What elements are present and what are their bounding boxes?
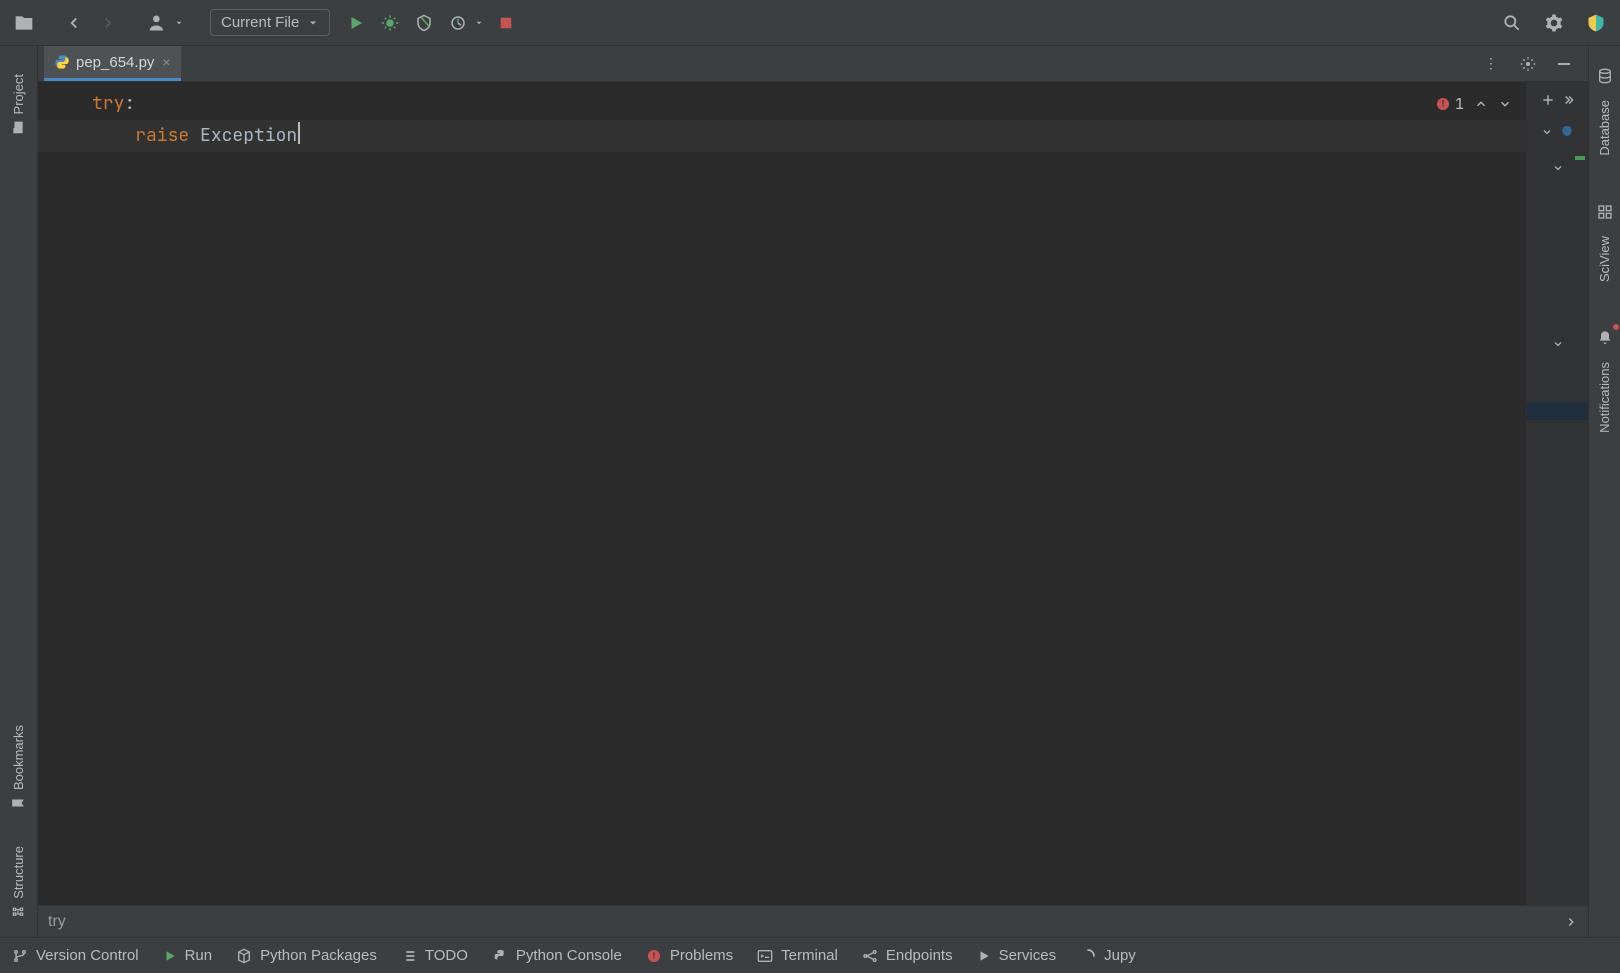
vcs-tool-tab[interactable]: Version Control [12,947,139,964]
terminal-icon [757,948,773,964]
python-file-icon [54,54,70,70]
run-label: Run [185,947,213,964]
bookmarks-tool-tab[interactable]: Bookmarks [11,725,26,810]
editor-tabs: pep_654.py × ⋮ [38,46,1588,82]
bookmarks-tool-label: Bookmarks [11,725,26,790]
chevron-right-icon[interactable] [1564,915,1578,929]
database-tool-label: Database [1597,100,1612,156]
add-user-chevron-down-icon[interactable] [172,9,186,37]
add-datasource-icon[interactable] [1541,93,1555,107]
right-tool-gutter: Database SciView Notifications [1588,46,1620,937]
sciview-tool-tab[interactable]: SciView [1597,236,1612,282]
branch-icon [12,948,28,964]
add-user-icon[interactable] [144,9,172,37]
vcs-label: Version Control [36,947,139,964]
marker-ok [1575,156,1585,160]
file-tab[interactable]: pep_654.py × [44,46,181,81]
avatar-shield-icon[interactable] [1582,9,1610,37]
code-text: : [124,92,135,115]
code-editor[interactable]: ! 1 try: raise Exception [38,82,1526,905]
settings-gear-icon[interactable] [1540,9,1568,37]
structure-tool-label: Structure [11,846,26,899]
notifications-icon[interactable] [1591,324,1619,352]
warning-icon: ! [646,948,662,964]
chevron-down-icon[interactable] [1552,162,1564,174]
problems-label: Problems [670,947,733,964]
database-tool-tab[interactable]: Database [1597,100,1612,156]
structure-tool-tab[interactable]: Structure [11,846,26,919]
chevron-down-icon [307,17,319,29]
sciview-tool-label: SciView [1597,236,1612,282]
debug-icon[interactable] [376,9,404,37]
packages-tool-tab[interactable]: Python Packages [236,947,377,964]
play-icon [163,949,177,963]
chevron-down-icon[interactable] [1552,338,1564,350]
todo-tool-tab[interactable]: TODO [401,947,468,964]
tab-settings-gear-icon[interactable] [1514,50,1542,78]
endpoints-label: Endpoints [886,947,953,964]
search-icon[interactable] [1498,9,1526,37]
endpoints-tool-tab[interactable]: Endpoints [862,947,953,964]
hide-tool-icon[interactable] [1550,50,1578,78]
packages-label: Python Packages [260,947,377,964]
breadcrumb-path[interactable]: try [48,913,66,931]
packages-icon [236,948,252,964]
profile-chevron-down-icon[interactable] [472,9,486,37]
open-folder-icon[interactable] [10,9,38,37]
console-tool-tab[interactable]: Python Console [492,947,622,964]
left-tool-gutter: Project Bookmarks Structure [0,46,38,937]
sciview-icon[interactable] [1591,198,1619,226]
code-keyword: raise [135,124,189,147]
stop-icon[interactable] [492,9,520,37]
project-tool-tab[interactable]: Project [11,74,26,134]
loading-icon [1080,948,1096,964]
jupyter-label: Jupy [1104,947,1136,964]
console-label: Python Console [516,947,622,964]
nav-back-icon[interactable] [60,9,88,37]
expand-toolbar-icon[interactable] [1561,93,1575,107]
run-config-label: Current File [221,14,299,31]
list-icon [401,948,417,964]
run-tool-tab[interactable]: Run [163,947,213,964]
project-tool-label: Project [11,74,26,114]
database-icon[interactable] [1591,62,1619,90]
chevron-down-icon[interactable] [1541,126,1553,138]
problems-tool-tab[interactable]: ! Problems [646,947,733,964]
services-label: Services [999,947,1057,964]
notifications-tool-tab[interactable]: Notifications [1597,362,1612,433]
postgres-icon[interactable] [1559,124,1575,140]
profile-icon[interactable] [444,9,472,37]
notifications-tool-label: Notifications [1597,362,1612,433]
todo-label: TODO [425,947,468,964]
coverage-icon[interactable] [410,9,438,37]
nav-forward-icon[interactable] [94,9,122,37]
python-icon [492,948,508,964]
marker-highlight [1527,402,1588,420]
top-toolbar: Current File [0,0,1620,46]
bottom-toolbar: Version Control Run Python Packages TODO… [0,937,1620,973]
file-tab-label: pep_654.py [76,54,154,71]
close-tab-icon[interactable]: × [162,54,170,70]
breadcrumb: try [38,905,1588,937]
services-tool-tab[interactable]: Services [977,947,1057,964]
run-config-combo[interactable]: Current File [210,9,330,36]
terminal-label: Terminal [781,947,838,964]
code-keyword: try [92,92,124,115]
marker-strip [1526,82,1588,905]
jupyter-tool-tab[interactable]: Jupy [1080,947,1136,964]
endpoints-icon [862,948,878,964]
code-class: Exception [200,124,297,147]
services-icon [977,949,991,963]
text-caret [298,122,300,144]
terminal-tool-tab[interactable]: Terminal [757,947,838,964]
svg-text:!: ! [652,950,655,960]
run-icon[interactable] [342,9,370,37]
more-tabs-icon[interactable]: ⋮ [1478,50,1506,78]
